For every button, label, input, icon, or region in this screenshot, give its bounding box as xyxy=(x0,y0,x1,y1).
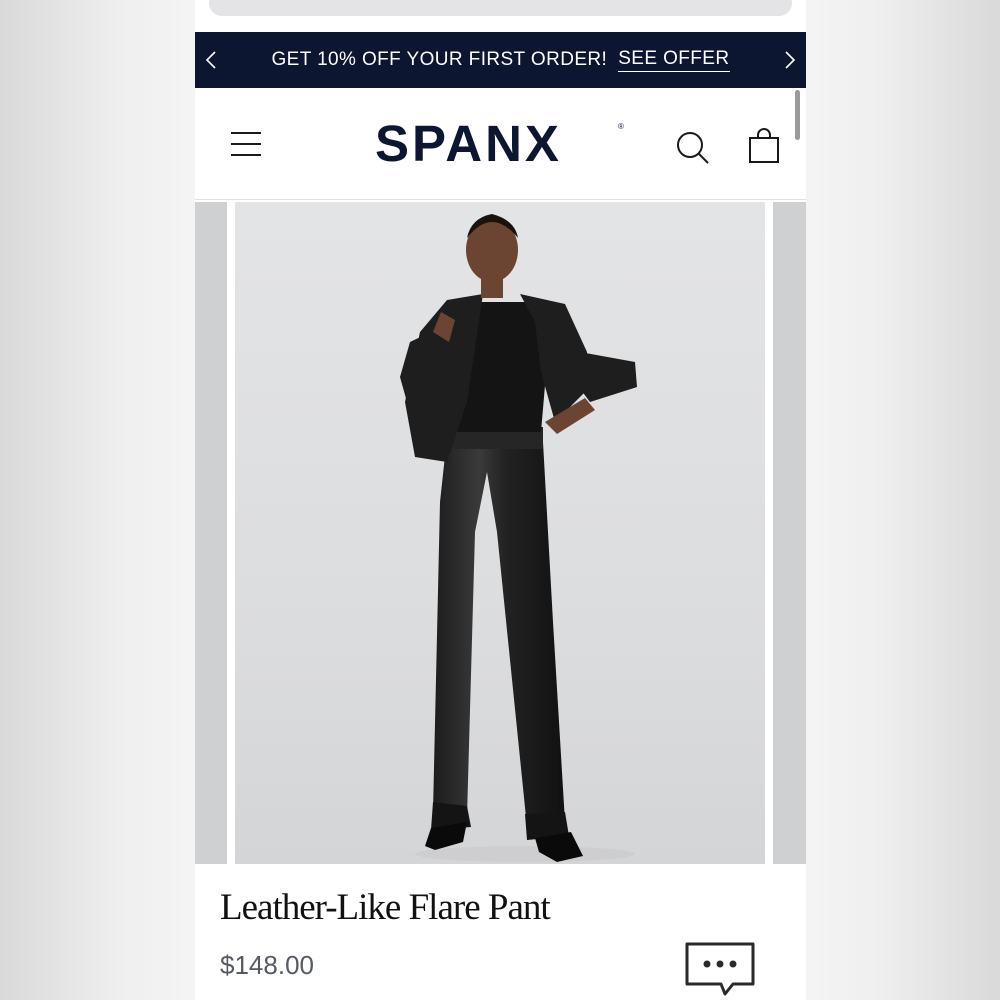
product-main-image[interactable] xyxy=(235,202,765,864)
promo-text: GET 10% OFF YOUR FIRST ORDER! xyxy=(271,49,608,70)
product-title: Leather-Like Flare Pant xyxy=(220,887,551,928)
promo-banner: GET 10% OFF YOUR FIRST ORDER! SEE OFFER xyxy=(195,32,806,88)
brand-logo[interactable]: SPANX xyxy=(375,114,562,173)
chat-bubble-icon[interactable] xyxy=(683,940,759,1000)
page-scrollbar[interactable] xyxy=(795,90,800,140)
search-icon[interactable] xyxy=(675,130,711,166)
see-offer-link[interactable]: SEE OFFER xyxy=(618,48,730,72)
shopping-bag-icon[interactable] xyxy=(747,128,781,164)
site-header: SPANX ® xyxy=(195,88,806,200)
model-wearing-flare-pant-image xyxy=(400,214,637,862)
trademark-symbol: ® xyxy=(618,122,624,131)
next-image-peek[interactable] xyxy=(773,202,806,864)
chevron-right-icon[interactable] xyxy=(778,49,800,71)
browser-url-bar[interactable] xyxy=(209,0,792,16)
previous-image-peek[interactable] xyxy=(195,202,227,864)
product-price: $148.00 xyxy=(220,950,314,980)
product-image-gallery xyxy=(195,202,806,864)
mobile-browser-viewport: GET 10% OFF YOUR FIRST ORDER! SEE OFFER … xyxy=(195,0,806,1000)
chevron-left-icon[interactable] xyxy=(201,49,223,71)
hamburger-menu-icon[interactable] xyxy=(229,130,263,158)
